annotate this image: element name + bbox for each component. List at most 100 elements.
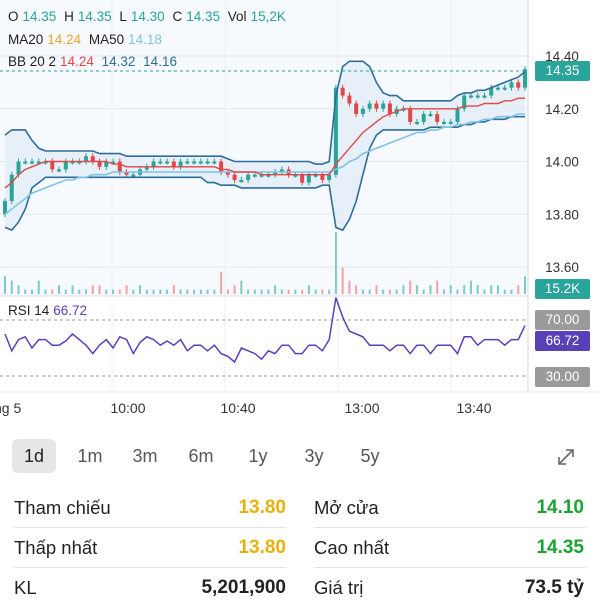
ma20-value: 14.24	[47, 32, 82, 47]
open-value: 14.35	[22, 9, 57, 24]
volume-bar	[193, 289, 196, 294]
volume-bar	[503, 289, 506, 294]
time-tick-label: 13:40	[456, 400, 491, 416]
rsi-value-tag: 66.72	[535, 331, 590, 351]
volume-bar	[132, 289, 135, 294]
volume-bar	[388, 289, 391, 294]
volume-bar	[24, 289, 27, 294]
volume-bar	[159, 289, 162, 294]
high-price-label: Cao nhất	[314, 537, 390, 558]
volume-bar	[382, 289, 385, 294]
volume-bar	[260, 289, 263, 294]
volume-bar	[307, 285, 310, 294]
last-price-tag: 14.35	[535, 61, 590, 81]
volume-bar	[220, 271, 223, 294]
candle-body	[97, 161, 102, 167]
candle-body	[340, 87, 345, 96]
low-price-label: Thấp nhất	[14, 537, 98, 558]
volume-bar	[449, 285, 452, 294]
volume-bar	[51, 289, 54, 294]
ohlc-legend: O 14.35 H 14.35 L 14.30 C 14.35 Vol 15,2K	[8, 9, 290, 24]
volume-bar	[64, 289, 67, 294]
volume-bar	[429, 285, 432, 294]
volume-bar	[199, 289, 202, 294]
candle-body	[455, 108, 460, 122]
bb-legend: BB 20 2 14.24 14.32 14.16	[8, 54, 181, 69]
candle-body	[495, 87, 500, 90]
candle-body	[9, 174, 14, 202]
volume-bar	[105, 289, 108, 294]
tab-5y[interactable]: 5y	[348, 439, 392, 473]
candle-body	[252, 174, 257, 177]
candle-body	[131, 174, 136, 177]
volume-bar	[91, 285, 94, 294]
candle-body	[151, 161, 156, 167]
candle-body	[347, 95, 352, 104]
tab-3m[interactable]: 3m	[123, 439, 167, 473]
candle-body	[192, 161, 197, 164]
candle-body	[367, 103, 372, 109]
tab-1d[interactable]: 1d	[12, 439, 56, 473]
volume-bar	[348, 280, 351, 294]
candle-body	[198, 161, 203, 164]
trade-value-label: Giá trị	[314, 577, 364, 598]
volume-bar	[145, 289, 148, 294]
timeframe-tabs: 1d 1m 3m 6m 1y 3y 5y	[0, 435, 600, 479]
rsi-value: 66.72	[53, 303, 88, 318]
volume-bar	[524, 276, 526, 294]
tab-3y[interactable]: 3y	[292, 439, 336, 473]
vol-value: 15,2K	[250, 9, 286, 24]
volume-bar	[166, 289, 169, 294]
candle-body	[468, 95, 473, 98]
ma-legend: MA20 14.24 MA50 14.18	[8, 32, 166, 47]
tab-1y[interactable]: 1y	[236, 439, 280, 473]
candle-body	[185, 161, 190, 164]
volume-bar	[44, 289, 47, 294]
volume-bar	[274, 285, 277, 294]
volume-bar	[226, 289, 229, 294]
candle-body	[239, 179, 244, 182]
vol-label: Vol	[227, 9, 247, 24]
volume-bar	[233, 285, 236, 294]
candle-body	[441, 121, 446, 124]
candle-body	[212, 161, 217, 164]
candle-body	[205, 161, 210, 164]
bb-upper-value: 14.24	[60, 54, 94, 69]
close-label: C	[172, 9, 183, 24]
candle-body	[374, 103, 379, 109]
volume-bar	[375, 285, 378, 294]
candle-body	[57, 169, 62, 172]
volume-bar	[361, 289, 364, 294]
reference-label: Tham chiếu	[14, 497, 111, 518]
low-label: L	[119, 9, 127, 24]
time-axis-labels: ng 5 10:00 10:40 13:00 13:40	[0, 400, 492, 416]
volume-total-label: KL	[14, 577, 37, 598]
volume-bar	[490, 285, 493, 294]
volume-bar	[280, 289, 283, 294]
volume-bar	[213, 289, 216, 294]
candle-body	[320, 174, 325, 180]
volume-bar	[247, 289, 250, 294]
ma50-label: MA50	[88, 32, 125, 47]
candle-body	[502, 87, 507, 90]
price-tick-label: 14.20	[545, 102, 579, 117]
tab-1m[interactable]: 1m	[68, 439, 112, 473]
candle-body	[246, 174, 251, 180]
candle-body	[171, 161, 176, 167]
volume-bar	[98, 285, 101, 294]
time-tick-label: 10:00	[110, 400, 145, 416]
volume-bar	[294, 289, 297, 294]
price-tick-label: 13.80	[545, 207, 579, 222]
candle-body	[117, 161, 122, 173]
volume-bar	[240, 280, 243, 294]
candle-body	[30, 161, 35, 164]
candle-body	[509, 82, 514, 88]
rsi-70-tag: 70.00	[535, 310, 590, 330]
expand-icon[interactable]	[554, 445, 578, 469]
volume-bar	[206, 289, 209, 294]
candle-body	[482, 95, 487, 98]
volume-bar	[463, 285, 466, 294]
time-tick-label: 13:00	[344, 400, 379, 416]
volume-bar	[179, 289, 182, 294]
tab-6m[interactable]: 6m	[179, 439, 223, 473]
